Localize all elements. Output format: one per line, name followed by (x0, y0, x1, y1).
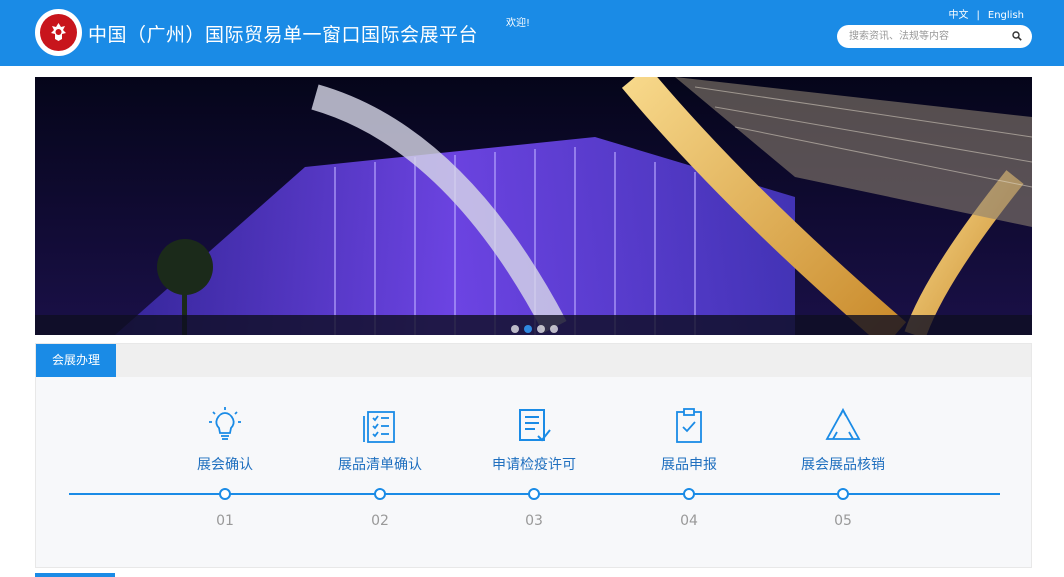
checklist-icon (363, 411, 395, 443)
lightbulb-icon (209, 407, 241, 440)
lang-english-link[interactable]: English (988, 10, 1024, 21)
document-check-icon (519, 409, 551, 442)
logo-mark-icon (51, 23, 66, 41)
tab-bar: 会展办理 (36, 344, 1031, 377)
timeline-node-1 (219, 488, 231, 500)
lang-chinese-link[interactable]: 中文 (949, 10, 969, 21)
search-icon[interactable] (1012, 31, 1022, 41)
timeline-node-3 (528, 488, 540, 500)
step-number: 02 (371, 513, 389, 529)
step-label: 展品申报 (661, 457, 717, 473)
banner-image (35, 77, 1032, 335)
step-label: 展会确认 (197, 457, 253, 473)
step-number: 01 (216, 513, 234, 529)
logo-emblem (40, 14, 77, 51)
banner-pagination (511, 325, 558, 333)
step-number: 05 (834, 513, 852, 529)
search-input[interactable] (849, 28, 1009, 45)
language-switcher: 中文 | English (949, 6, 1024, 21)
site-logo[interactable] (35, 9, 82, 56)
clipboard-check-icon (676, 408, 702, 443)
step-number: 04 (680, 513, 698, 529)
timeline-node-4 (683, 488, 695, 500)
step-label: 申请检疫许可 (492, 457, 576, 473)
banner-dot-2[interactable] (524, 325, 532, 333)
step-item-list-confirm[interactable]: 展品清单确认 (320, 406, 440, 474)
exhibition-process-panel: 会展办理 展会确认 展品清单确认 申请检疫许可 展品申报 展会展品核销 01 0… (35, 343, 1032, 568)
hero-banner[interactable] (35, 77, 1032, 335)
next-section-tab-edge (35, 573, 115, 577)
step-exhibit-writeoff[interactable]: 展会展品核销 (783, 406, 903, 474)
tab-exhibition-handling[interactable]: 会展办理 (36, 344, 116, 377)
timeline-node-5 (837, 488, 849, 500)
step-exhibition-confirm[interactable]: 展会确认 (165, 406, 285, 474)
step-label: 展品清单确认 (338, 457, 422, 473)
step-label: 展会展品核销 (801, 457, 885, 473)
top-header: 中国（广州）国际贸易单一窗口国际会展平台 欢迎! 中文 | English (0, 0, 1064, 66)
recycle-icon (825, 407, 861, 440)
step-exhibit-declaration[interactable]: 展品申报 (629, 406, 749, 474)
timeline-node-2 (374, 488, 386, 500)
lang-separator: | (976, 10, 980, 21)
search-box (837, 25, 1032, 48)
step-number: 03 (525, 513, 543, 529)
step-quarantine-permit[interactable]: 申请检疫许可 (474, 406, 594, 474)
banner-dot-4[interactable] (550, 325, 558, 333)
banner-dot-1[interactable] (511, 325, 519, 333)
welcome-text: 欢迎! (506, 18, 531, 29)
banner-dot-3[interactable] (537, 325, 545, 333)
site-title[interactable]: 中国（广州）国际贸易单一窗口国际会展平台 (88, 20, 478, 47)
